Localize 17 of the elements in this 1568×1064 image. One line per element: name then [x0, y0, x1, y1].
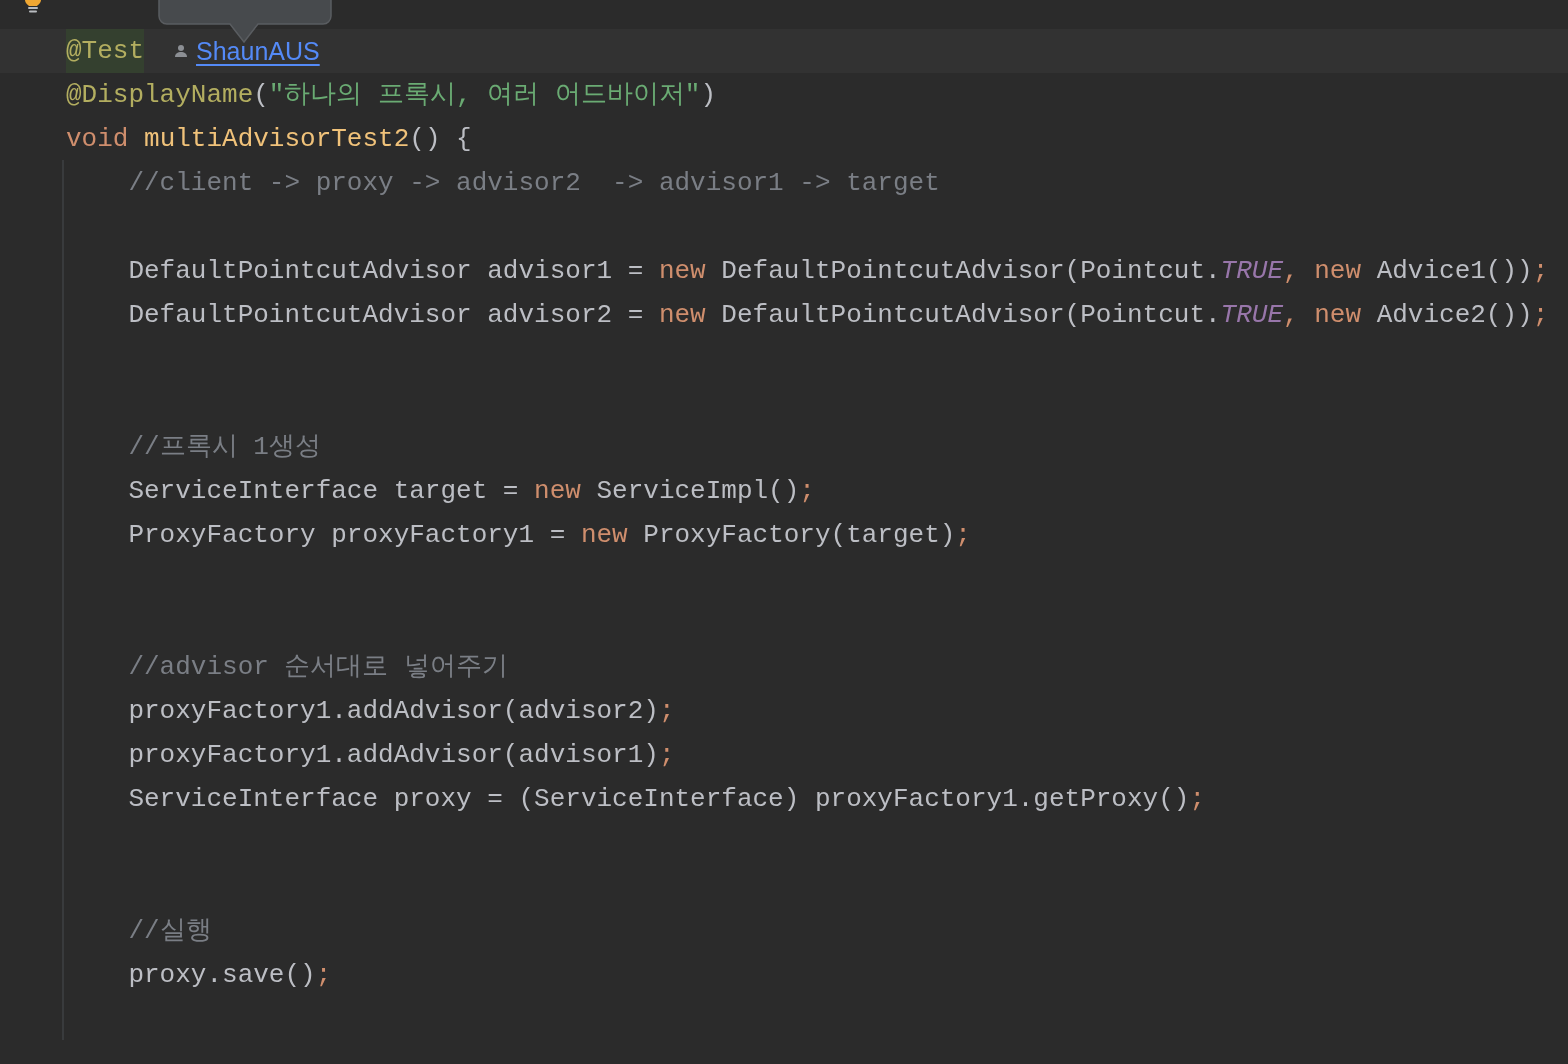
code-line: ProxyFactory proxyFactory1 = new ProxyFactory(target);: [127, 519, 971, 552]
code-line: ServiceInterface proxy = (ServiceInterface) proxyFactory1.getProxy();: [127, 783, 1205, 816]
lightbulb-icon[interactable]: [23, 0, 43, 14]
code-line: DefaultPointcutAdvisor advisor2 = new DefaultPointcutAdvisor(Pointcut.TRUE, new Advice2());: [127, 299, 1549, 332]
code-line: proxyFactory1.addAdvisor(advisor1);: [127, 739, 675, 772]
code-line: //advisor 순서대로 넣어주기: [127, 651, 509, 684]
code-line: proxyFactory1.addAdvisor(advisor2);: [127, 695, 675, 728]
code-line: //실행: [127, 915, 212, 948]
code-line: DefaultPointcutAdvisor advisor1 = new DefaultPointcutAdvisor(Pointcut.TRUE, new Advice1());: [127, 255, 1549, 288]
code-line: ServiceInterface target = new ServiceImpl();: [127, 475, 815, 508]
code-line: proxy.save();: [127, 959, 332, 992]
code-line: void multiAdvisorTest2() {: [66, 123, 472, 156]
code-line: //프록시 1생성: [127, 431, 321, 464]
author-link[interactable]: ShaunAUS: [196, 36, 320, 66]
code-line: @DisplayName("하나의 프록시, 여러 어드바이저"): [66, 79, 717, 112]
code-line: //client -> proxy -> advisor2 -> advisor1 -> target: [127, 167, 940, 200]
person-icon: [174, 44, 188, 58]
